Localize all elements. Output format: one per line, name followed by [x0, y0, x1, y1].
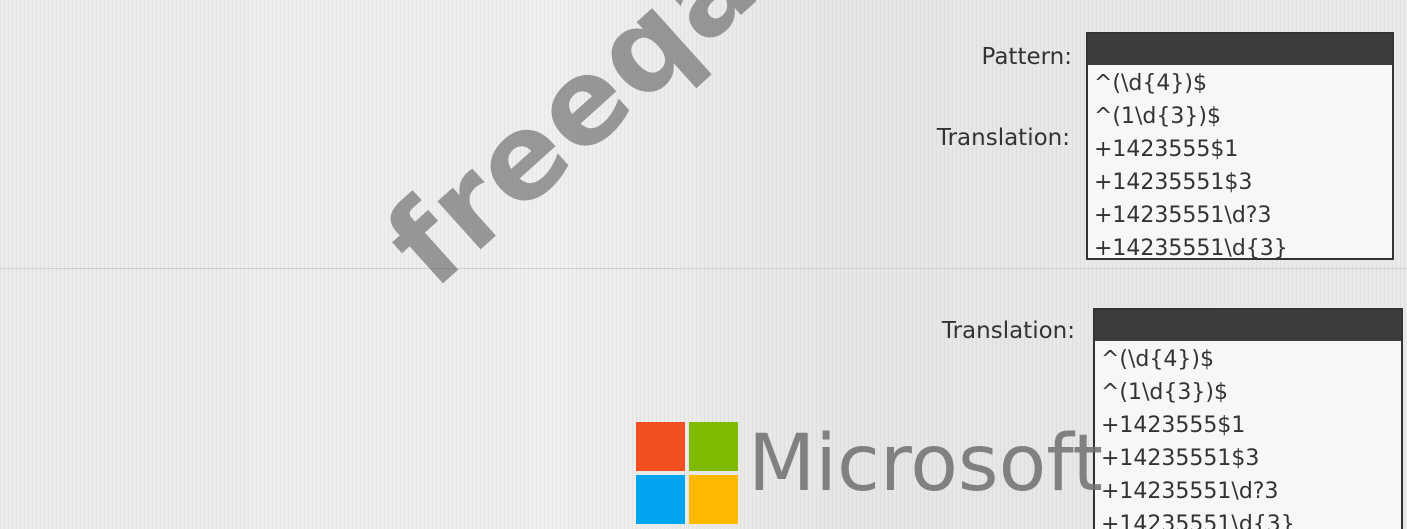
dropdown-option[interactable]: +14235551\d{3}: [1101, 508, 1395, 529]
dropdown-option[interactable]: +1423555$1: [1094, 133, 1386, 166]
dropdown-header[interactable]: [1095, 310, 1401, 341]
dropdown-option[interactable]: +14235551$3: [1094, 166, 1386, 199]
dropdown-options: ^(\d{4})$ ^(1\d{3})$ +1423555$1 +1423555…: [1088, 65, 1392, 265]
translation-label-1: Translation:: [936, 125, 1070, 151]
dropdown-option[interactable]: ^(\d{4})$: [1101, 343, 1395, 376]
pattern-label: Pattern:: [981, 44, 1073, 70]
dropdown-options: ^(\d{4})$ ^(1\d{3})$ +1423555$1 +1423555…: [1095, 341, 1401, 529]
dropdown-option[interactable]: +14235551$3: [1101, 442, 1395, 475]
dropdown-option[interactable]: +14235551\d?3: [1094, 199, 1386, 232]
microsoft-logo-icon: [636, 422, 738, 524]
dropdown-header[interactable]: [1088, 34, 1392, 65]
microsoft-wordmark: Microsoft: [748, 419, 1103, 509]
dropdown-option[interactable]: +14235551\d{3}: [1094, 232, 1386, 265]
dropdown-option[interactable]: ^(1\d{3})$: [1094, 100, 1386, 133]
section-divider: [0, 268, 1407, 269]
dropdown-option[interactable]: +1423555$1: [1101, 409, 1395, 442]
translation-label-2: Translation:: [941, 318, 1075, 344]
translation-dropdown-2[interactable]: ^(\d{4})$ ^(1\d{3})$ +1423555$1 +1423555…: [1093, 308, 1403, 529]
dropdown-option[interactable]: ^(1\d{3})$: [1101, 376, 1395, 409]
dropdown-option[interactable]: ^(\d{4})$: [1094, 67, 1386, 100]
pattern-translation-dropdown-1[interactable]: ^(\d{4})$ ^(1\d{3})$ +1423555$1 +1423555…: [1086, 32, 1394, 261]
dropdown-option[interactable]: +14235551\d?3: [1101, 475, 1395, 508]
